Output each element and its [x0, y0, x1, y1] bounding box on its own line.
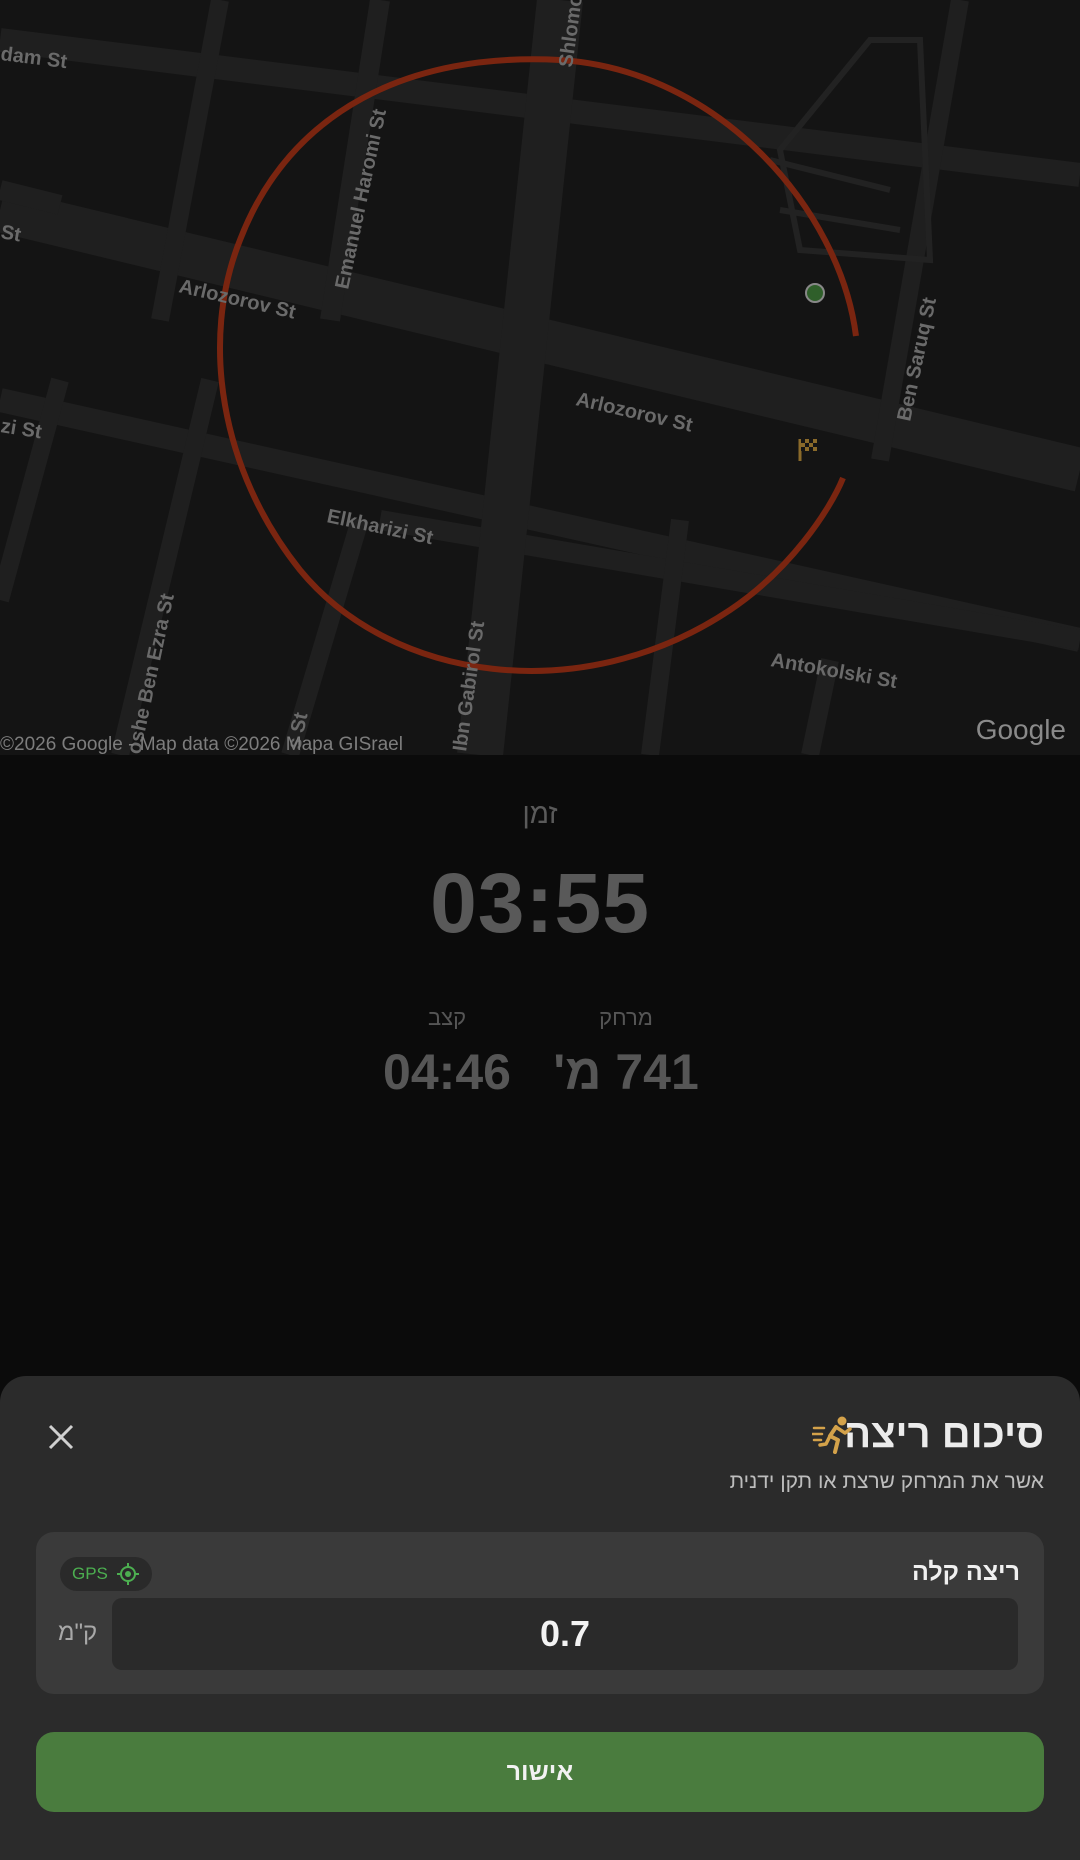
close-button[interactable]: [42, 1418, 80, 1456]
time-value: 03:55: [430, 856, 650, 950]
map-attribution[interactable]: ©2026 Google - Map data ©2026 Mapa GISra…: [0, 734, 403, 755]
gps-target-icon: [116, 1563, 139, 1585]
google-logo: Google: [975, 714, 1066, 745]
gps-badge: GPS: [60, 1557, 152, 1591]
close-icon: [48, 1424, 74, 1450]
current-location-dot: [805, 283, 825, 303]
sheet-subtitle: אשר את המרחק שרצת או תקן ידנית: [729, 1470, 1044, 1493]
running-person-icon: [812, 1416, 852, 1454]
pace-stat: קצב 04:46: [327, 1005, 567, 1101]
run-type-label: ריצה קלה: [911, 1558, 1020, 1586]
time-label: זמן: [522, 798, 558, 829]
pace-label: קצב: [427, 1005, 467, 1030]
sheet-title: סיכום ריצה: [844, 1412, 1044, 1456]
distance-input[interactable]: 0.7: [112, 1598, 1018, 1670]
distance-unit-label: ק"מ: [58, 1619, 98, 1646]
gps-label: GPS: [72, 1564, 108, 1583]
confirm-button[interactable]: אישור: [36, 1732, 1044, 1812]
map-canvas: dam St St Arlozorov St Arlozorov St Eman…: [0, 0, 1080, 755]
pace-value: 04:46: [383, 1044, 511, 1100]
route-map[interactable]: dam St St Arlozorov St Arlozorov St Eman…: [0, 0, 1080, 755]
